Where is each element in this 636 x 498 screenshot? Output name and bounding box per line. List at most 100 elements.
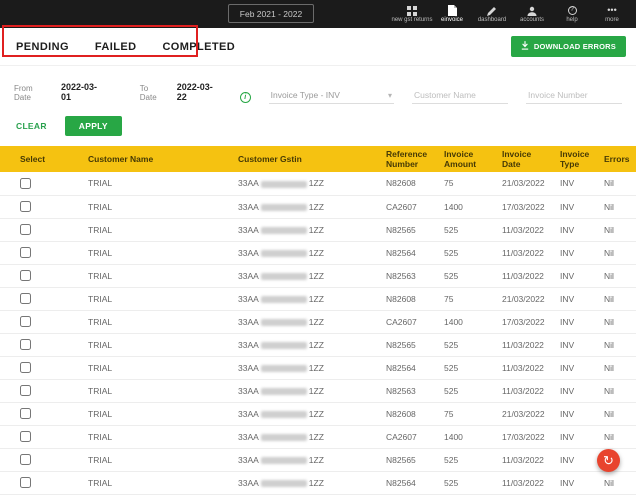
cell-errors: Nil: [596, 241, 636, 265]
cell-errors: Nil: [596, 218, 636, 242]
invoice-type-value: Invoice Type - INV: [270, 90, 340, 100]
nav-new-gst-returns[interactable]: new gst returns: [391, 0, 433, 28]
gstin-redaction: [260, 295, 307, 303]
cell-invoice-amount: 525: [436, 218, 494, 242]
nav-label: help: [566, 17, 578, 23]
cell-customer-gstin: 33AA 1ZZ: [230, 172, 378, 196]
download-errors-label: DOWNLOAD ERRORS: [533, 42, 616, 51]
cell-reference-number: N82563: [378, 264, 436, 288]
cell-customer-gstin: 33AA 1ZZ: [230, 356, 378, 380]
nav-help[interactable]: ? help: [552, 0, 592, 28]
nav-more[interactable]: ••• more: [592, 0, 632, 28]
from-date-label: From Date: [14, 84, 33, 102]
cell-customer-name: TRIAL: [80, 356, 230, 380]
refresh-fab[interactable]: ↻: [597, 449, 620, 472]
cell-invoice-amount: 75: [436, 287, 494, 311]
invoice-type-select[interactable]: Invoice Type - INV ▾: [268, 90, 394, 104]
row-checkbox[interactable]: [20, 408, 31, 420]
cell-errors: Nil: [596, 287, 636, 311]
cell-invoice-amount: 525: [436, 241, 494, 265]
cell-select: [0, 379, 80, 403]
cell-invoice-date: 11/03/2022: [494, 448, 552, 472]
nav-dashboard[interactable]: dashboard: [472, 0, 512, 28]
cell-invoice-date: 21/03/2022: [494, 172, 552, 196]
filter-bar: From Date 2022-03-01 To Date 2022-03-22 …: [0, 66, 636, 104]
cell-invoice-date: 11/03/2022: [494, 241, 552, 265]
cell-invoice-amount: 525: [436, 264, 494, 288]
row-checkbox[interactable]: [20, 224, 31, 236]
row-checkbox[interactable]: [20, 477, 31, 489]
cell-invoice-type: INV: [552, 195, 596, 219]
cell-invoice-amount: 525: [436, 333, 494, 357]
cell-reference-number: N82564: [378, 356, 436, 380]
row-checkbox[interactable]: [20, 247, 31, 259]
cell-errors: Nil: [596, 425, 636, 449]
more-icon: •••: [607, 5, 617, 15]
row-checkbox[interactable]: [20, 339, 31, 351]
table-row: TRIAL33AA1ZZN8256552511/03/2022INVNil: [0, 448, 636, 472]
tab-completed[interactable]: COMPLETED: [162, 41, 235, 53]
cell-customer-gstin: 33AA 1ZZ: [230, 379, 378, 403]
gstin-redaction: [260, 180, 307, 188]
top-navigation: new gst returns einvoice dashboard accou…: [391, 0, 632, 28]
cell-invoice-type: INV: [552, 264, 596, 288]
cell-reference-number: CA2607: [378, 195, 436, 219]
row-checkbox[interactable]: [20, 293, 31, 305]
gstin-redaction: [260, 272, 307, 280]
row-checkbox[interactable]: [20, 431, 31, 443]
cell-customer-name: TRIAL: [80, 218, 230, 242]
gstin-redaction: [260, 318, 307, 326]
cell-reference-number: N82608: [378, 287, 436, 311]
cell-invoice-amount: 525: [436, 448, 494, 472]
cell-customer-gstin: 33AA 1ZZ: [230, 218, 378, 242]
cell-invoice-amount: 525: [436, 471, 494, 495]
to-date-value[interactable]: 2022-03-22: [177, 82, 222, 104]
gstin-redaction: [260, 203, 307, 211]
cell-invoice-date: 11/03/2022: [494, 218, 552, 242]
cell-customer-name: TRIAL: [80, 333, 230, 357]
table-body: TRIAL 33AA 1ZZ N82608 75 21/03/2022 INV Nil TRIA…: [0, 172, 636, 495]
apply-button[interactable]: APPLY: [64, 116, 122, 136]
einvoice-app: Feb 2021 - 2022 new gst returns einvoice…: [0, 0, 636, 498]
cell-customer-name: TRIAL: [80, 195, 230, 219]
info-icon[interactable]: i: [239, 92, 251, 103]
row-checkbox[interactable]: [20, 385, 31, 397]
row-checkbox[interactable]: [20, 201, 31, 213]
customer-name-input[interactable]: [412, 90, 508, 104]
cell-reference-number: CA2607: [378, 310, 436, 334]
row-checkbox[interactable]: [20, 362, 31, 374]
row-checkbox[interactable]: [20, 177, 31, 189]
column-header: Errors: [596, 146, 636, 172]
cell-invoice-type: INV: [552, 448, 596, 472]
cell-invoice-date: 11/03/2022: [494, 333, 552, 357]
cell-errors: Nil: [596, 356, 636, 380]
help-icon: ?: [567, 5, 577, 16]
nav-einvoice[interactable]: einvoice: [432, 0, 472, 28]
table-row: TRIAL 33AA 1ZZ N82608 75 21/03/2022 INV Nil: [0, 287, 636, 311]
cell-reference-number: N82565: [378, 333, 436, 357]
cell-customer-name: TRIAL: [80, 287, 230, 311]
cell-invoice-type: INV: [552, 425, 596, 449]
table-row: TRIAL33AA1ZZN8256552511/03/2022INVNil: [0, 218, 636, 242]
to-date-label: To Date: [139, 84, 157, 102]
date-range-selector[interactable]: Feb 2021 - 2022: [228, 4, 314, 23]
cell-customer-gstin: 33AA 1ZZ: [230, 287, 378, 311]
nav-label: accounts: [519, 17, 544, 23]
download-errors-button[interactable]: DOWNLOAD ERRORS: [510, 36, 626, 57]
cell-errors: Nil: [596, 333, 636, 357]
tab-pending[interactable]: PENDING: [16, 41, 69, 53]
gstin-redaction: [260, 387, 307, 395]
row-checkbox[interactable]: [20, 270, 31, 282]
tab-failed[interactable]: FAILED: [95, 41, 137, 53]
table-row: TRIAL 33AA 1ZZ N82564 525 11/03/2022 INV Nil: [0, 471, 636, 495]
cell-reference-number: N82565: [378, 448, 436, 472]
row-checkbox[interactable]: [20, 316, 31, 328]
cell-select: [0, 264, 80, 288]
from-date-value[interactable]: 2022-03-01: [61, 82, 106, 104]
nav-accounts[interactable]: accounts: [512, 0, 552, 28]
cell-invoice-type: INV: [552, 241, 596, 265]
table-row: TRIAL33AA1ZZN8256552511/03/2022INVNil: [0, 333, 636, 357]
row-checkbox[interactable]: [20, 454, 31, 466]
invoice-number-input[interactable]: [526, 90, 622, 104]
clear-button[interactable]: CLEAR: [16, 121, 47, 131]
